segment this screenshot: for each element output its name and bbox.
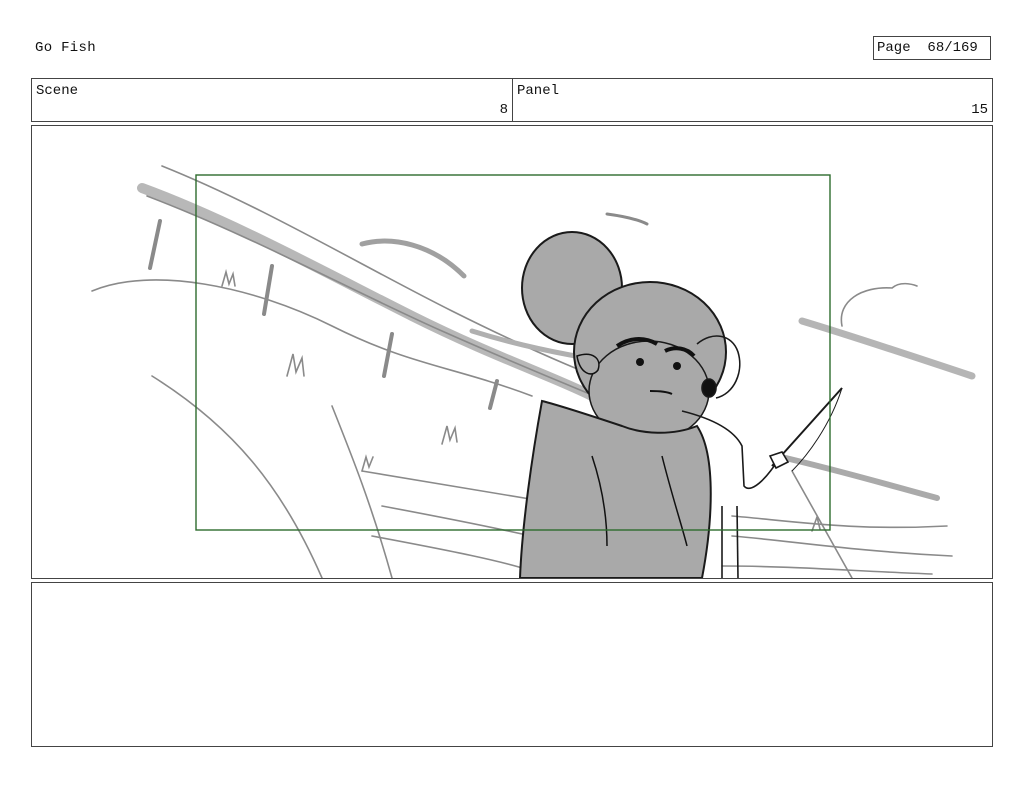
page-counter: Page 68/169 — [873, 36, 991, 60]
panel-sketch — [91, 165, 976, 578]
page-label: Page — [877, 40, 911, 56]
panel-number: 15 — [971, 102, 988, 118]
scene-cell: Scene 8 — [32, 79, 513, 121]
page-value: 68/169 — [927, 40, 978, 56]
storyboard-title: Go Fish — [35, 40, 96, 56]
panel-cell: Panel 15 — [513, 79, 992, 121]
storyboard-panel-frame — [31, 125, 993, 579]
scene-label: Scene — [36, 83, 79, 99]
panel-label: Panel — [517, 83, 560, 99]
panel-notes-box[interactable] — [31, 582, 993, 747]
scene-panel-info: Scene 8 Panel 15 — [31, 78, 993, 122]
foreground-character — [518, 231, 727, 578]
scene-number: 8 — [499, 102, 508, 118]
camera-frame-guide — [195, 174, 831, 531]
